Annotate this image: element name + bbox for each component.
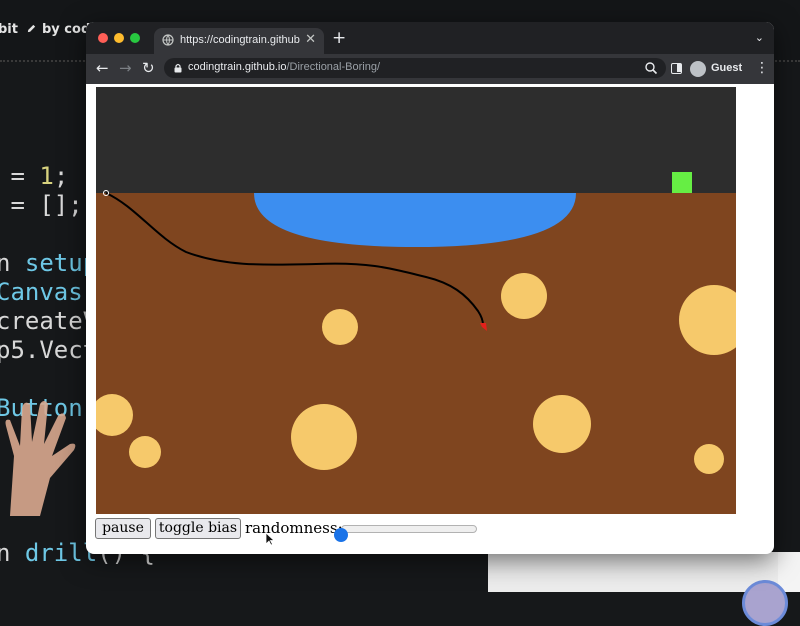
edit-pencil-icon: [27, 24, 35, 33]
maximize-window-button[interactable]: [130, 33, 140, 43]
tab-close-icon[interactable]: ✕: [305, 32, 316, 48]
presenter-avatar: [742, 580, 788, 626]
code-line: n setup: [0, 249, 98, 277]
sketch-canvas[interactable]: [91, 87, 749, 514]
reload-icon[interactable]: ↻: [142, 59, 155, 77]
code-line: Canvas: [0, 278, 83, 306]
new-tab-icon[interactable]: +: [332, 28, 346, 48]
sky: [96, 87, 736, 193]
randomness-slider-thumb[interactable]: [334, 528, 348, 542]
forward-arrow-icon[interactable]: →: [119, 59, 132, 77]
tab-search-chevron-icon[interactable]: ⌄: [755, 31, 764, 44]
code-line: = 1;: [0, 162, 69, 190]
goal-marker: [672, 172, 692, 193]
code-line: createV: [0, 307, 98, 335]
toggle-bias-button[interactable]: toggle bias: [155, 518, 241, 539]
minimize-window-button[interactable]: [114, 33, 124, 43]
sketch-svg: [91, 87, 749, 514]
browser-window: https://codingtrain.github.io/Di ✕ + ⌄ ←…: [86, 22, 774, 554]
boulder: [694, 444, 724, 474]
boulder: [533, 395, 591, 453]
boulder: [291, 404, 357, 470]
pause-button[interactable]: pause: [95, 518, 151, 539]
randomness-slider[interactable]: [334, 525, 477, 542]
close-window-button[interactable]: [98, 33, 108, 43]
boulder: [322, 309, 358, 345]
url-text: codingtrain.github.io/Directional-Boring…: [188, 61, 381, 73]
globe-icon: [162, 34, 174, 46]
editor-crumb-left: bit: [0, 22, 37, 37]
code-line: = [];: [0, 191, 83, 219]
profile-avatar-icon[interactable]: [690, 61, 706, 77]
presenter-hand: [5, 401, 76, 516]
randomness-label: randomness:: [245, 519, 343, 537]
mouse-cursor-icon: [265, 532, 275, 546]
tab-title: https://codingtrain.github.io/Di: [180, 34, 300, 46]
profile-label[interactable]: Guest: [711, 62, 742, 74]
code-line: p5.Vect: [0, 336, 98, 364]
tab-directional-boring[interactable]: https://codingtrain.github.io/Di ✕: [154, 28, 324, 54]
address-bar[interactable]: codingtrain.github.io/Directional-Boring…: [164, 58, 666, 78]
browser-toolbar: ← → ↻ codingtrain.github.io/Directional-…: [86, 54, 774, 84]
zoom-icon[interactable]: [644, 61, 658, 75]
boulder: [129, 436, 161, 468]
side-panel-icon[interactable]: [671, 63, 682, 74]
boulder: [501, 273, 547, 319]
tab-bar: https://codingtrain.github.io/Di ✕ + ⌄: [86, 22, 774, 54]
browser-menu-icon[interactable]: ⋮: [755, 59, 769, 77]
back-arrow-icon[interactable]: ←: [96, 59, 109, 77]
lock-icon: [174, 63, 182, 73]
